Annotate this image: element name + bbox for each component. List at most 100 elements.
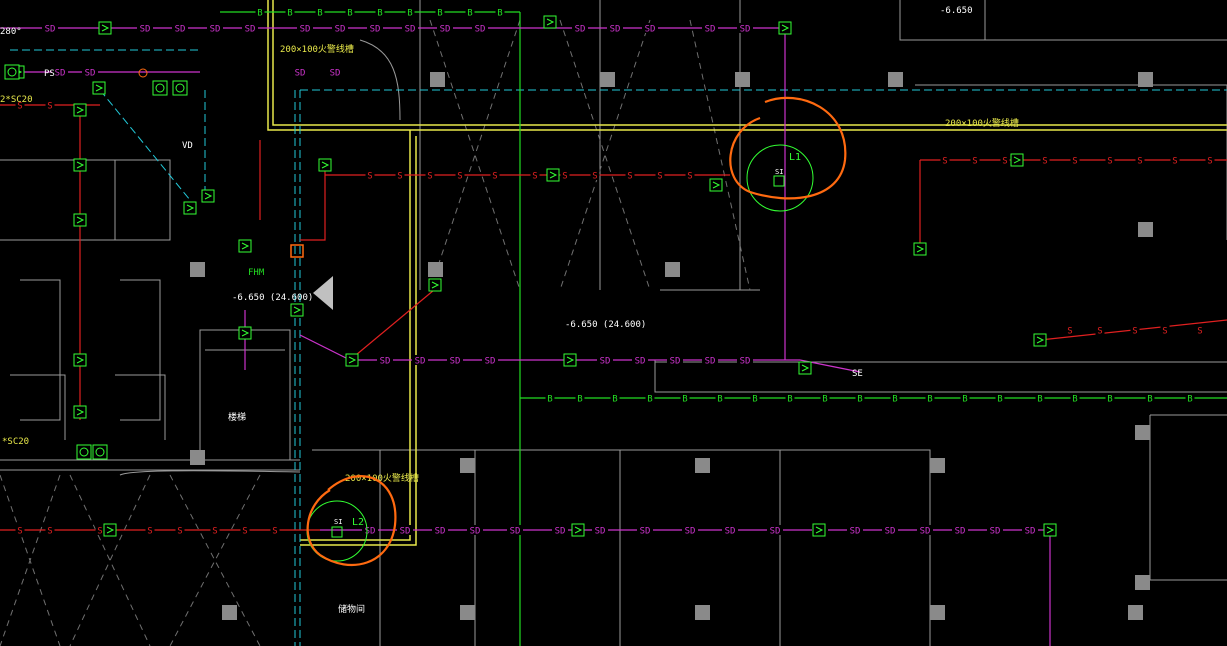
detector-device[interactable] [98, 21, 112, 35]
detector-device[interactable] [290, 303, 304, 317]
detector-device[interactable] [73, 213, 87, 227]
vd-label: VD [182, 141, 193, 151]
svg-text:SD: SD [575, 25, 586, 35]
svg-text:B: B [407, 9, 412, 19]
line-label: B [315, 7, 325, 19]
svg-text:S: S [627, 172, 632, 182]
line-label: SD [917, 525, 933, 537]
detector-device[interactable] [563, 353, 577, 367]
duct-label-right: 200×100火警线槽 [945, 117, 1019, 129]
svg-text:SD: SD [485, 357, 496, 367]
svg-text:SD: SD [450, 357, 461, 367]
svg-text:S: S [1072, 157, 1077, 167]
svg-text:SD: SD [645, 25, 656, 35]
line-label: SD [292, 67, 308, 79]
line-label: SD [952, 525, 968, 537]
line-label: SD [592, 525, 608, 537]
detector-device[interactable] [92, 81, 106, 95]
detector-device[interactable] [73, 405, 87, 419]
svg-text:SD: SD [725, 527, 736, 537]
detector-device[interactable] [1010, 153, 1024, 167]
line-label: SD [632, 355, 648, 367]
svg-text:B: B [752, 395, 757, 405]
line-label: SD [437, 23, 453, 35]
svg-text:SD: SD [955, 527, 966, 537]
detector-device[interactable] [571, 523, 585, 537]
line-label: SD [882, 525, 898, 537]
detector-device[interactable] [345, 353, 359, 367]
line-label: SD [507, 525, 523, 537]
svg-text:SD: SD [175, 25, 186, 35]
line-label: SD [847, 525, 863, 537]
line-label: SD [467, 525, 483, 537]
detector-device[interactable] [709, 178, 723, 192]
speaker-device[interactable] [92, 444, 108, 460]
svg-text:SD: SD [405, 25, 416, 35]
detector-device[interactable] [913, 242, 927, 256]
line-label: SD [412, 355, 428, 367]
line-label: S [210, 525, 220, 537]
se-label: SE [852, 369, 863, 379]
svg-text:SD: SD [1025, 527, 1036, 537]
line-label: SD [472, 23, 488, 35]
l2-label: L2 [352, 517, 364, 528]
line-label: B [345, 7, 355, 19]
line-label: SD [737, 355, 753, 367]
detector-device[interactable] [798, 361, 812, 375]
line-label: SD [1022, 525, 1038, 537]
svg-text:S: S [1107, 157, 1112, 167]
detector-device[interactable] [1033, 333, 1047, 347]
line-label: B [750, 393, 760, 405]
line-label: B [495, 7, 505, 19]
svg-text:SD: SD [990, 527, 1001, 537]
detector-device[interactable] [73, 103, 87, 117]
svg-text:S: S [972, 157, 977, 167]
svg-text:S: S [1162, 327, 1167, 337]
svg-text:SD: SD [685, 527, 696, 537]
line-label: B [255, 7, 265, 19]
svg-text:S: S [562, 172, 567, 182]
svg-text:B: B [317, 9, 322, 19]
detector-device[interactable] [546, 168, 560, 182]
speaker-device[interactable] [172, 80, 188, 96]
svg-text:B: B [997, 395, 1002, 405]
line-label: SD [482, 355, 498, 367]
speaker-device[interactable] [152, 80, 168, 96]
svg-text:SD: SD [335, 25, 346, 35]
detector-device[interactable] [318, 158, 332, 172]
detector-device[interactable] [73, 158, 87, 172]
detector-device[interactable] [812, 523, 826, 537]
detector-device[interactable] [183, 201, 197, 215]
svg-text:S: S [532, 172, 537, 182]
svg-text:SD: SD [365, 527, 376, 537]
detector-device[interactable] [778, 21, 792, 35]
line-label: S [655, 170, 665, 182]
svg-text:B: B [497, 9, 502, 19]
svg-text:B: B [577, 395, 582, 405]
line-label: B [960, 393, 970, 405]
speaker-device[interactable] [76, 444, 92, 460]
line-label: S [95, 525, 105, 537]
svg-text:S: S [457, 172, 462, 182]
detector-device[interactable] [543, 15, 557, 29]
line-label: S [425, 170, 435, 182]
detector-device[interactable] [73, 353, 87, 367]
speaker-device[interactable] [4, 64, 20, 80]
detector-device[interactable] [238, 326, 252, 340]
line-label: SD [702, 23, 718, 35]
line-label: SD [552, 525, 568, 537]
detector-device[interactable] [201, 189, 215, 203]
svg-text:SD: SD [45, 25, 56, 35]
line-label: SD [297, 23, 313, 35]
detector-device[interactable] [238, 239, 252, 253]
l1-label: L1 [789, 152, 801, 163]
svg-text:SD: SD [400, 527, 411, 537]
detector-device[interactable] [1043, 523, 1057, 537]
line-label: B [465, 7, 475, 19]
svg-text:SD: SD [300, 25, 311, 35]
line-label: SD [207, 23, 223, 35]
detector-device[interactable] [103, 523, 117, 537]
line-label: B [995, 393, 1005, 405]
detector-device[interactable] [428, 278, 442, 292]
svg-text:SD: SD [705, 25, 716, 35]
